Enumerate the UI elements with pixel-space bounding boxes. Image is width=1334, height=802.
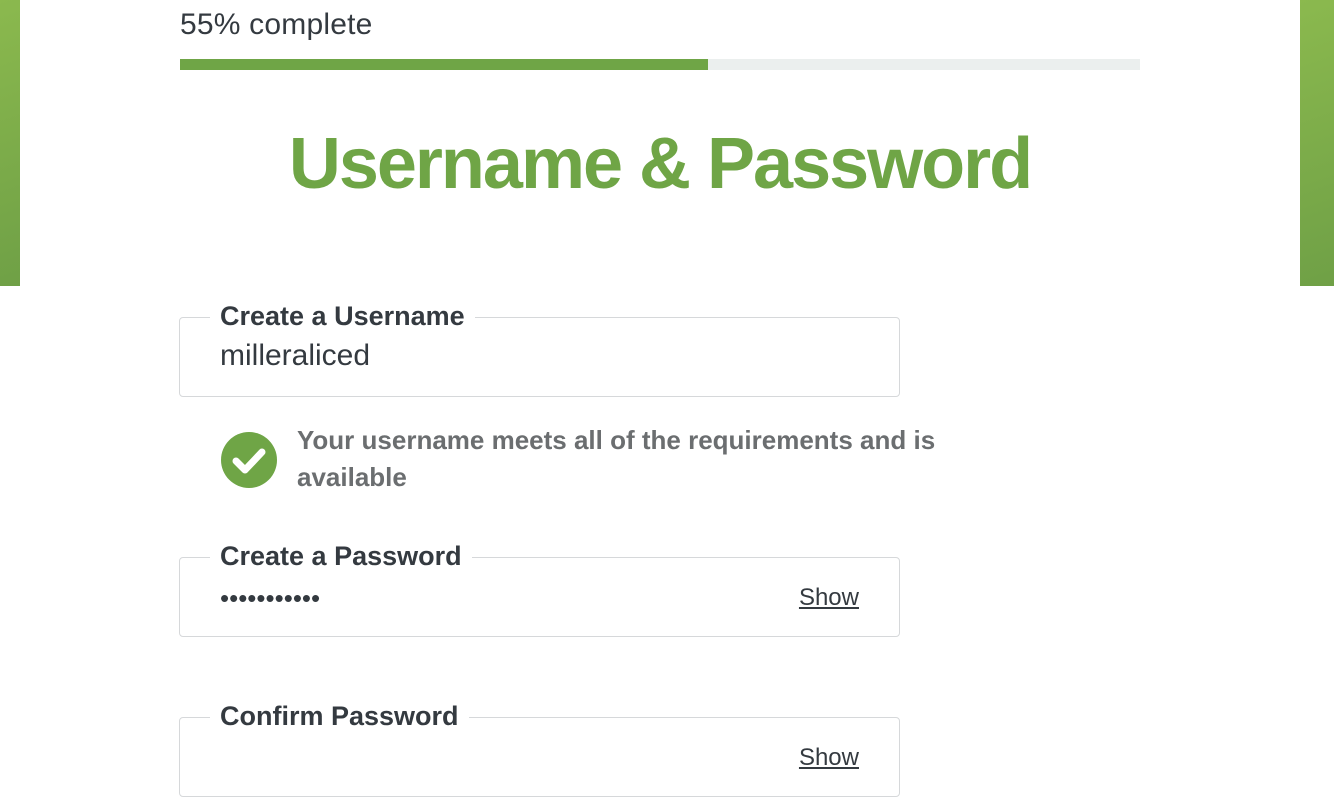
progress-bar-fill bbox=[180, 59, 708, 70]
validation-text: Your username meets all of the requireme… bbox=[297, 425, 936, 492]
page-title: Username & Password bbox=[288, 124, 1033, 204]
check-circle-icon bbox=[221, 432, 277, 488]
username-field[interactable]: Create a Username milleraliced bbox=[179, 296, 900, 397]
progress-label: 55% complete bbox=[180, 8, 373, 41]
progress-bar bbox=[180, 59, 1140, 70]
password-input[interactable]: ••••••••••• bbox=[220, 578, 320, 618]
confirm-password-label: Confirm Password bbox=[210, 696, 469, 736]
username-validation-message: Your username meets all of the requireme… bbox=[221, 420, 1021, 500]
confirm-password-field[interactable]: Confirm Password Show bbox=[179, 696, 900, 797]
password-label: Create a Password bbox=[210, 536, 472, 576]
username-input[interactable]: milleraliced bbox=[220, 336, 370, 376]
page: 55% complete Username & Password Create … bbox=[0, 0, 1334, 802]
username-label: Create a Username bbox=[210, 296, 475, 336]
password-show-toggle[interactable]: Show bbox=[799, 582, 859, 614]
confirm-password-show-toggle[interactable]: Show bbox=[799, 742, 859, 774]
password-field[interactable]: Create a Password ••••••••••• Show bbox=[179, 536, 900, 637]
